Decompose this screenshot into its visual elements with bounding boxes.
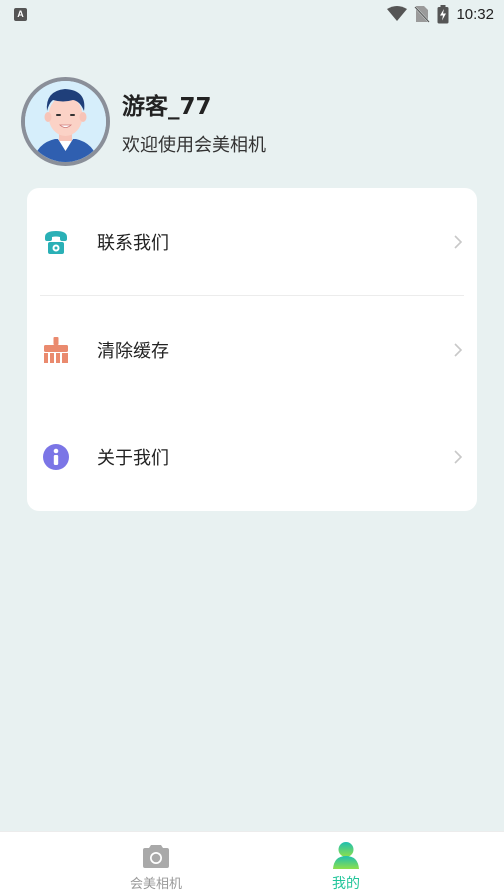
status-time: 10:32: [456, 5, 494, 23]
menu-item-clear-cache[interactable]: 清除缓存: [27, 296, 477, 403]
avatar[interactable]: [21, 77, 110, 166]
menu-item-label: 清除缓存: [97, 340, 169, 362]
avatar-illustration: [25, 81, 106, 162]
settings-menu: 联系我们 清除缓存 关于我们: [27, 188, 477, 511]
menu-item-label: 关于我们: [97, 447, 169, 469]
wifi-icon: [387, 6, 408, 21]
brush-icon: [44, 336, 68, 363]
notification-a-icon: A: [14, 7, 27, 21]
chevron-right-icon: [454, 449, 463, 464]
menu-item-contact-us[interactable]: 联系我们: [27, 188, 477, 295]
username: 游客_77: [122, 94, 212, 120]
status-bar: A 10:32: [0, 0, 504, 28]
tab-label: 我的: [332, 876, 360, 892]
bottom-tab-bar: 会美相机 我的: [0, 831, 504, 896]
welcome-message: 欢迎使用会美相机: [122, 135, 266, 156]
profile-header: 游客_77 欢迎使用会美相机: [21, 77, 481, 167]
chevron-right-icon: [454, 342, 463, 357]
tab-mine[interactable]: 我的: [220, 832, 472, 896]
menu-item-label: 联系我们: [97, 232, 169, 254]
camera-icon: [143, 845, 169, 868]
no-sim-icon: [414, 6, 431, 23]
battery-charging-icon: [437, 4, 449, 23]
user-icon: [333, 842, 359, 869]
menu-item-about-us[interactable]: 关于我们: [27, 403, 477, 510]
phone-icon: [45, 230, 67, 254]
info-icon: [43, 443, 69, 470]
chevron-right-icon: [454, 234, 463, 249]
